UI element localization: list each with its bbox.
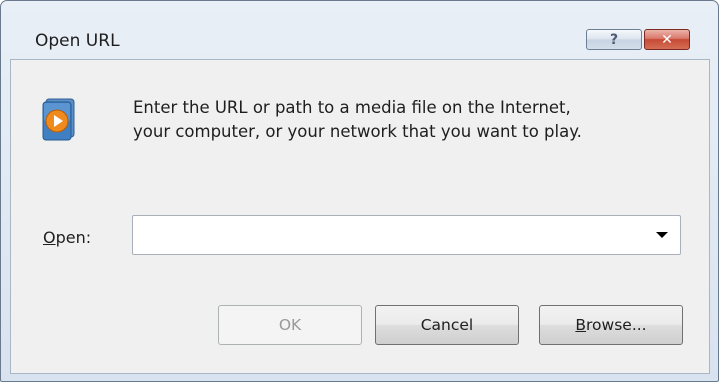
open-label-text: pen: [55, 228, 92, 247]
description-line-2: your computer, or your network that you … [133, 122, 582, 141]
help-icon: ? [609, 31, 619, 48]
dialog-description: Enter the URL or path to a media file on… [133, 96, 582, 144]
open-url-input[interactable] [139, 224, 639, 246]
media-player-icon [40, 96, 78, 142]
close-button[interactable]: ✕ [644, 29, 690, 50]
close-icon: ✕ [661, 31, 673, 48]
ok-button[interactable]: OK [218, 305, 362, 345]
description-line-1: Enter the URL or path to a media file on… [133, 98, 571, 117]
browse-button[interactable]: Browse... [539, 305, 683, 345]
browse-label: rowse... [586, 316, 647, 334]
help-button[interactable]: ? [586, 29, 642, 50]
open-label-mnemonic: O [43, 228, 56, 247]
cancel-button[interactable]: Cancel [375, 305, 519, 345]
open-url-dialog: Open URL ? ✕ Enter the URL or path to a … [0, 0, 719, 382]
open-label: Open: [43, 228, 91, 247]
open-url-combobox[interactable] [132, 215, 681, 255]
dropdown-arrow-icon[interactable] [656, 232, 668, 238]
browse-mnemonic: B [575, 316, 587, 334]
title-bar[interactable]: Open URL ? ✕ [1, 1, 718, 51]
dialog-title: Open URL [35, 31, 120, 51]
